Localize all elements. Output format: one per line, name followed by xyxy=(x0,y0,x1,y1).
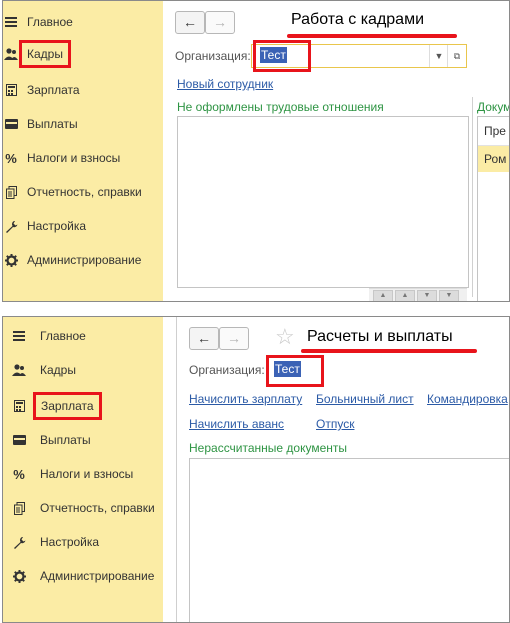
sidebar-item-label: Налоги и взносы xyxy=(27,151,121,165)
sidebar-item-admin[interactable]: Администрирование xyxy=(3,563,163,589)
open-icon[interactable]: ⧉ xyxy=(447,45,466,67)
main-content: ← → ☆ Расчеты и выплаты Организация: Тес… xyxy=(176,317,509,622)
scroll-up-icon[interactable]: ▲ xyxy=(395,290,415,301)
page-title: Работа с кадрами xyxy=(291,11,425,28)
sidebar-item-label: Отчетность, справки xyxy=(40,501,155,515)
documents-group-title: Докум xyxy=(477,100,510,114)
sidebar-item-reports[interactable]: Отчетность, справки xyxy=(3,495,163,521)
sidebar-item-label: Выплаты xyxy=(40,433,91,447)
documents-icon xyxy=(3,183,19,201)
back-button[interactable]: ← xyxy=(175,11,205,34)
gear-icon xyxy=(11,567,27,585)
people-icon xyxy=(3,45,19,63)
sidebar-item-label: Отчетность, справки xyxy=(27,185,142,199)
page-title: Расчеты и выплаты xyxy=(307,328,453,345)
sidebar-item-label: Зарплата xyxy=(27,83,80,97)
wallet-icon xyxy=(11,431,27,449)
sidebar-item-label: Настройка xyxy=(27,219,87,233)
org-highlight xyxy=(266,355,324,387)
payroll-window: Главное Кадры Зарплата Выплаты % Налоги … xyxy=(2,316,510,623)
percent-icon: % xyxy=(5,150,17,166)
hr-window: Главное Кадры Зарплата Выплаты % Налоги … xyxy=(2,0,510,302)
sidebar-item-payments[interactable]: Выплаты xyxy=(3,111,163,137)
documents-list[interactable]: Пре Ром xyxy=(477,116,509,301)
menu-lines-icon xyxy=(3,13,19,31)
favorite-star-icon[interactable]: ☆ xyxy=(275,326,295,348)
sidebar-item-label: Настройка xyxy=(40,535,100,549)
percent-icon: % xyxy=(13,466,25,482)
sidebar-gap xyxy=(163,317,176,622)
sidebar-item-label: Главное xyxy=(40,329,86,343)
sidebar: Главное Кадры Зарплата Выплаты % Налоги … xyxy=(3,1,163,301)
calculator-icon xyxy=(11,397,27,415)
sidebar-item-label: Администрирование xyxy=(27,253,142,267)
gear-icon xyxy=(3,251,19,269)
sidebar-item-main[interactable]: Главное xyxy=(3,9,163,35)
sidebar-item-salary[interactable]: Зарплата xyxy=(3,392,163,420)
scroll-top-icon[interactable]: ▲ xyxy=(373,290,393,301)
group-title: Нерассчитанные документы xyxy=(189,441,348,455)
sidebar-item-label: Зарплата xyxy=(33,392,102,420)
new-employee-link[interactable]: Новый сотрудник xyxy=(177,77,273,91)
scroll-down-icon[interactable]: ▼ xyxy=(417,290,437,301)
sidebar-item-label: Кадры xyxy=(19,40,71,68)
title-underline xyxy=(301,349,477,353)
forward-button[interactable]: → xyxy=(205,11,235,34)
people-icon xyxy=(11,361,27,379)
sidebar-item-hr[interactable]: Кадры xyxy=(3,40,163,68)
sidebar: Главное Кадры Зарплата Выплаты % Налоги … xyxy=(3,317,163,622)
sidebar-item-settings[interactable]: Настройка xyxy=(3,529,163,555)
title-underline xyxy=(287,34,457,38)
list-item[interactable]: Пре xyxy=(478,117,509,146)
list-item-selected[interactable]: Ром xyxy=(478,146,509,172)
accrue-advance-link[interactable]: Начислить аванс xyxy=(189,417,284,431)
sidebar-item-main[interactable]: Главное xyxy=(3,323,163,349)
wallet-icon xyxy=(3,115,19,133)
sidebar-item-reports[interactable]: Отчетность, справки xyxy=(3,179,163,205)
org-label: Организация: xyxy=(175,49,251,63)
business-trip-link[interactable]: Командировка xyxy=(427,392,508,406)
vacation-link[interactable]: Отпуск xyxy=(316,417,354,431)
employment-list[interactable] xyxy=(177,116,469,288)
sidebar-item-label: Кадры xyxy=(40,363,76,377)
uncalculated-documents-list[interactable] xyxy=(189,458,509,622)
wrench-icon xyxy=(11,533,27,551)
sidebar-item-label: Налоги и взносы xyxy=(40,467,134,481)
sidebar-item-label: Выплаты xyxy=(27,117,78,131)
main-content: ← → Работа с кадрами Организация: Тест ▼… xyxy=(163,1,509,301)
forward-button[interactable]: → xyxy=(219,327,249,350)
accrue-salary-link[interactable]: Начислить зарплату xyxy=(189,392,302,406)
sick-leave-link[interactable]: Больничный лист xyxy=(316,392,414,406)
splitter[interactable] xyxy=(472,97,473,297)
list-scrollbar[interactable]: ▲ ▲ ▼ ▼ xyxy=(369,288,467,301)
sidebar-item-admin[interactable]: Администрирование xyxy=(3,247,163,273)
menu-lines-icon xyxy=(11,327,27,345)
org-label: Организация: xyxy=(189,363,265,377)
back-button[interactable]: ← xyxy=(189,327,219,350)
group-title: Не оформлены трудовые отношения xyxy=(177,100,384,114)
documents-icon xyxy=(11,499,27,517)
sidebar-item-settings[interactable]: Настройка xyxy=(3,213,163,239)
chevron-down-icon[interactable]: ▼ xyxy=(429,45,448,67)
sidebar-item-payments[interactable]: Выплаты xyxy=(3,427,163,453)
sidebar-item-label: Администрирование xyxy=(40,569,155,583)
sidebar-item-taxes[interactable]: % Налоги и взносы xyxy=(3,461,163,487)
scroll-bottom-icon[interactable]: ▼ xyxy=(439,290,459,301)
sidebar-item-label: Главное xyxy=(27,15,73,29)
sidebar-item-salary[interactable]: Зарплата xyxy=(3,77,163,103)
org-highlight xyxy=(253,40,311,72)
wrench-icon xyxy=(3,217,19,235)
calculator-icon xyxy=(3,81,19,99)
sidebar-item-hr[interactable]: Кадры xyxy=(3,357,163,383)
sidebar-item-taxes[interactable]: % Налоги и взносы xyxy=(3,145,163,171)
